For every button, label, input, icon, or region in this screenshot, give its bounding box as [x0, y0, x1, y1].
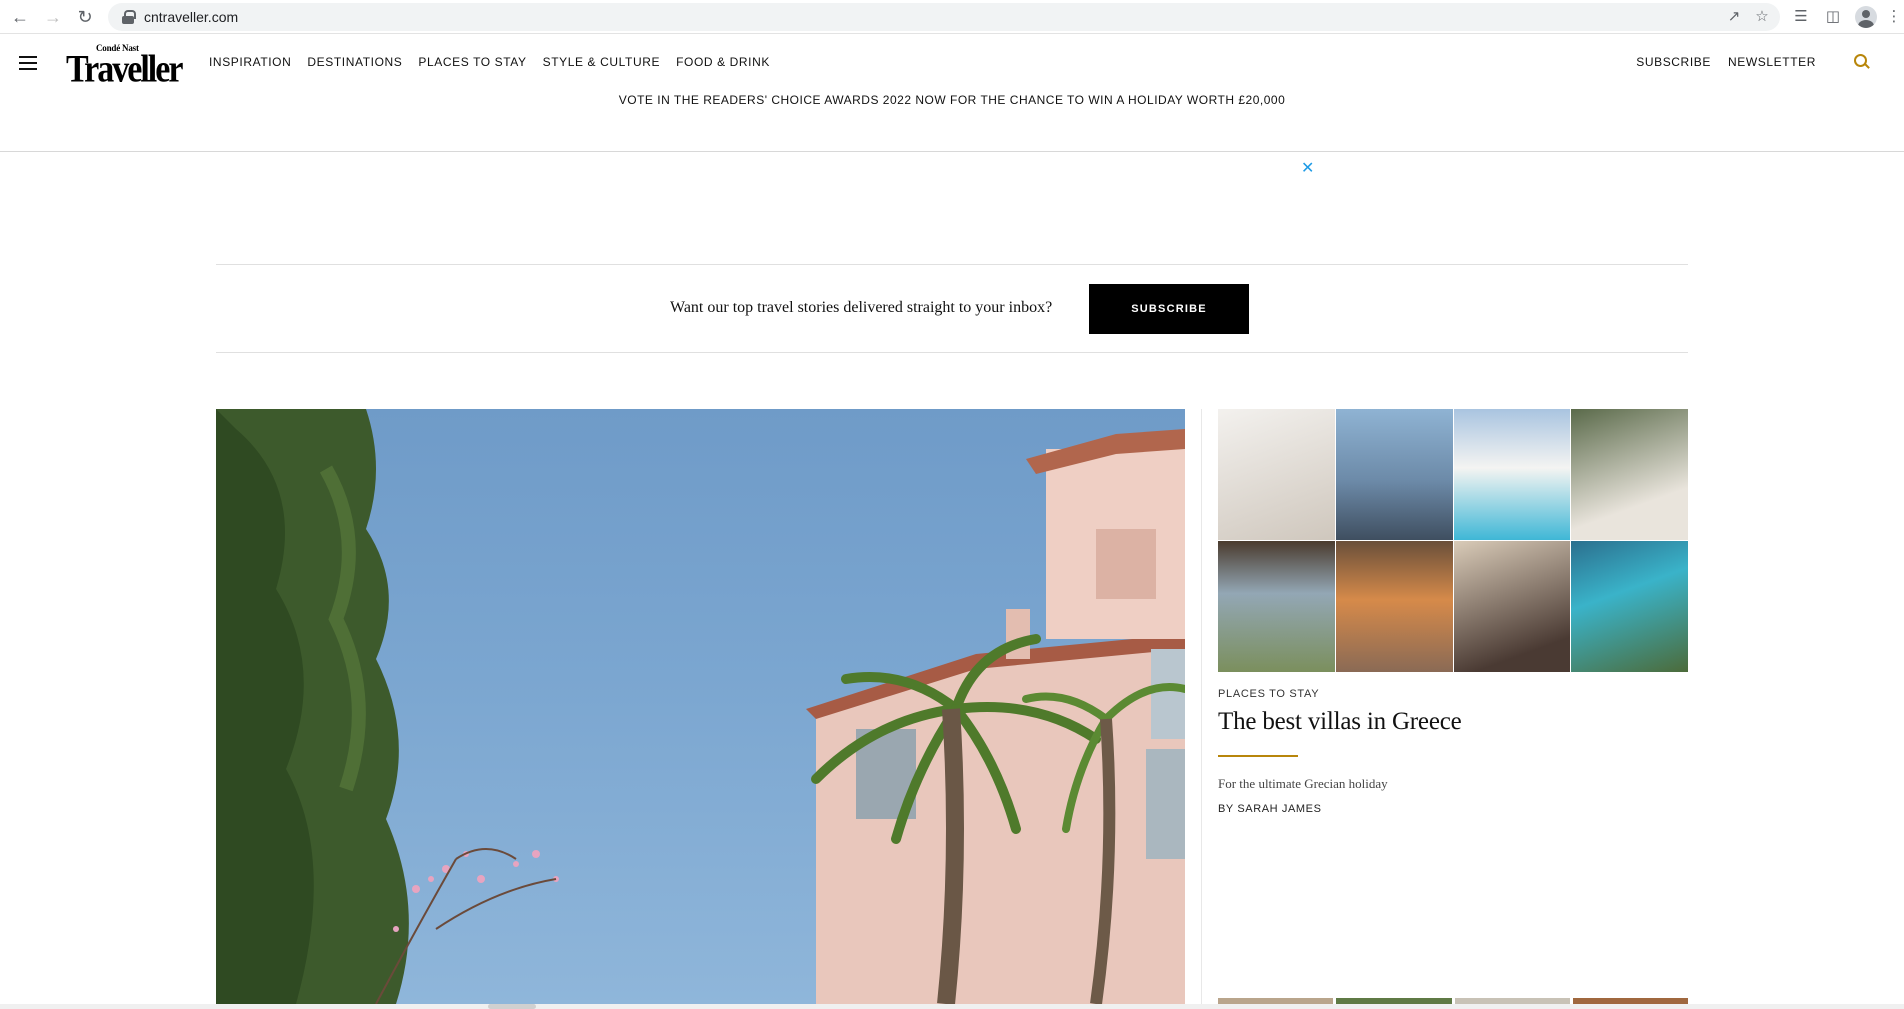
- forward-arrow-icon[interactable]: →: [42, 6, 64, 28]
- nav-item-style-culture[interactable]: STYLE & CULTURE: [543, 55, 660, 69]
- newsletter-subscribe-button[interactable]: SUBSCRIBE: [1089, 284, 1249, 334]
- hero-image[interactable]: [216, 409, 1185, 1004]
- reading-list-icon[interactable]: ☰: [1790, 6, 1812, 28]
- site-header: Condé Nast Traveller INSPIRATION DESTINA…: [0, 35, 1904, 152]
- collage-tile-sea-terrace: [1335, 409, 1453, 540]
- newsletter-band: Want our top travel stories delivered st…: [216, 264, 1688, 353]
- address-bar[interactable]: cntraveller.com ↗ ☆: [108, 3, 1780, 31]
- collage-tile-coastline: [1571, 541, 1688, 672]
- nav-item-places-to-stay[interactable]: PLACES TO STAY: [418, 55, 526, 69]
- back-arrow-icon[interactable]: ←: [9, 6, 31, 28]
- search-icon[interactable]: [1854, 54, 1870, 70]
- collage-tile-whitewashed: [1571, 409, 1688, 540]
- nav-item-food-drink[interactable]: FOOD & DRINK: [676, 55, 770, 69]
- header-newsletter-link[interactable]: NEWSLETTER: [1728, 55, 1816, 69]
- nav-item-destinations[interactable]: DESTINATIONS: [307, 55, 402, 69]
- kebab-menu-icon[interactable]: ⋮: [1886, 6, 1902, 28]
- header-subscribe-link[interactable]: SUBSCRIBE: [1636, 55, 1711, 69]
- site-logo[interactable]: Condé Nast Traveller: [66, 43, 183, 91]
- hamburger-line: [19, 68, 37, 70]
- ad-close-icon[interactable]: ✕: [1301, 158, 1314, 178]
- story-title-rule: [1218, 755, 1298, 757]
- horizontal-scrollbar-thumb[interactable]: [488, 1004, 536, 1009]
- story-dek: For the ultimate Grecian holiday: [1218, 776, 1388, 791]
- story-kicker[interactable]: PLACES TO STAY: [1218, 688, 1319, 700]
- header-actions: SUBSCRIBE NEWSLETTER: [1636, 55, 1816, 69]
- collage-tile-fireplace: [1453, 541, 1571, 672]
- share-icon[interactable]: ↗: [1724, 7, 1744, 27]
- promo-banner-link[interactable]: VOTE IN THE READERS' CHOICE AWARDS 2022 …: [0, 93, 1904, 107]
- column-divider: [1201, 409, 1202, 1004]
- story-image-collage[interactable]: [1218, 409, 1688, 672]
- lock-icon[interactable]: [122, 10, 136, 24]
- collage-tile-pool: [1453, 409, 1571, 540]
- star-icon[interactable]: ☆: [1752, 7, 1772, 27]
- newsletter-prompt: Want our top travel stories delivered st…: [670, 299, 1053, 316]
- story-title[interactable]: The best villas in Greece: [1218, 708, 1462, 736]
- main-nav: INSPIRATION DESTINATIONS PLACES TO STAY …: [209, 55, 770, 69]
- collage-tile-villa-interior: [1218, 409, 1335, 540]
- browser-toolbar: ← → ↻ cntraveller.com ↗ ☆ ☰ ◫ ⋮: [0, 0, 1904, 34]
- collage-tile-veranda: [1218, 541, 1335, 672]
- hero-photo-illustration: [216, 409, 1185, 1004]
- hamburger-menu-icon[interactable]: [19, 56, 37, 70]
- story-byline[interactable]: BY SARAH JAMES: [1218, 803, 1322, 815]
- url-text[interactable]: cntraveller.com: [144, 9, 238, 25]
- hamburger-line: [19, 56, 37, 58]
- reload-icon[interactable]: ↻: [74, 6, 96, 28]
- side-panel-icon[interactable]: ◫: [1822, 6, 1844, 28]
- collage-tile-sunset-room: [1335, 541, 1453, 672]
- nav-item-inspiration[interactable]: INSPIRATION: [209, 55, 291, 69]
- horizontal-scrollbar[interactable]: [0, 1004, 1904, 1009]
- hamburger-line: [19, 62, 37, 64]
- logo-wordmark: Traveller: [66, 48, 183, 91]
- profile-icon[interactable]: [1855, 6, 1877, 28]
